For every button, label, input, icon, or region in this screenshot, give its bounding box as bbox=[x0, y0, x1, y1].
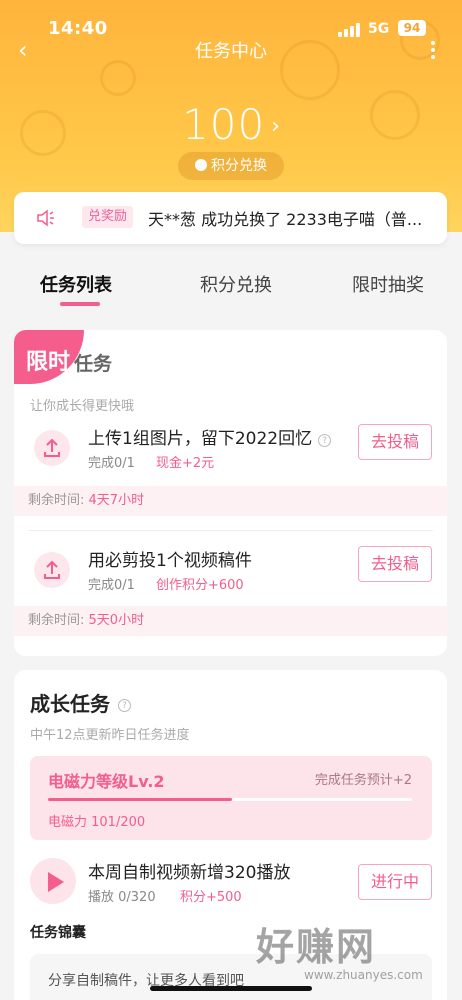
task-item: 本周自制视频新增320播放 播放 0/320 积分+500 进行中 bbox=[14, 854, 447, 914]
tab-bar: 任务列表 积分兑换 限时抽奖 bbox=[0, 262, 462, 310]
growth-card-title-text: 成长任务 bbox=[30, 692, 110, 716]
page-title: 任务中心 bbox=[195, 41, 267, 62]
remaining-time-value: 5天0小时 bbox=[88, 613, 145, 628]
level-estimate: 完成任务预计+2 bbox=[314, 773, 412, 788]
task-title: 上传1组图片，留下2022回忆? bbox=[88, 424, 332, 449]
tab-points-exchange[interactable]: 积分兑换 bbox=[200, 271, 272, 297]
task-progress: 播放 0/320 bbox=[88, 890, 156, 905]
task-reward: 积分+500 bbox=[180, 890, 242, 905]
notice-text: 天**葱 成功兑换了 2233电子喵（普... bbox=[148, 210, 423, 229]
growth-card-subtitle: 中午12点更新昨日任务进度 bbox=[30, 728, 190, 743]
limited-task-card: 限时 任务 让你成长得更快哦 上传1组图片，留下2022回忆? 完成0/1 现金… bbox=[14, 330, 447, 656]
remaining-time-bar: 剩余时间: 4天7小时 bbox=[14, 486, 447, 516]
remaining-time-value: 4天7小时 bbox=[88, 493, 145, 508]
limited-card-subtitle: 让你成长得更快哦 bbox=[30, 399, 135, 414]
task-reward: 创作积分+600 bbox=[156, 578, 244, 593]
points-display[interactable]: 100 › bbox=[0, 100, 462, 149]
speaker-icon bbox=[37, 209, 54, 227]
divider bbox=[28, 530, 433, 531]
task-item: 上传1组图片，留下2022回忆? 完成0/1 现金+2元 去投稿 bbox=[14, 424, 447, 484]
nav-bar: ‹ 任务中心 bbox=[0, 32, 462, 68]
chevron-right-icon: › bbox=[271, 114, 280, 139]
limited-card-title: 任务 bbox=[74, 353, 113, 375]
level-progress-bar bbox=[48, 798, 412, 801]
points-value: 100 bbox=[182, 100, 266, 149]
points-exchange-button[interactable]: 积分兑换 bbox=[178, 152, 284, 180]
task-tips-title: 任务锦囊 bbox=[30, 925, 86, 941]
upload-icon bbox=[34, 552, 70, 588]
in-progress-button[interactable]: 进行中 bbox=[358, 864, 432, 900]
remaining-time-label: 剩余时间: bbox=[28, 493, 85, 508]
remaining-time-bar: 剩余时间: 5天0小时 bbox=[14, 606, 447, 636]
exchange-label: 积分兑换 bbox=[211, 158, 267, 174]
remaining-time-label: 剩余时间: bbox=[28, 613, 85, 628]
submit-button[interactable]: 去投稿 bbox=[358, 546, 432, 582]
task-title-text: 上传1组图片，留下2022回忆 bbox=[88, 429, 313, 449]
submit-button[interactable]: 去投稿 bbox=[358, 424, 432, 460]
coin-icon bbox=[195, 159, 207, 171]
growth-task-card: 成长任务? 中午12点更新昨日任务进度 电磁力等级Lv.2 完成任务预计+2 电… bbox=[14, 670, 447, 1000]
growth-card-title: 成长任务? bbox=[30, 688, 131, 717]
task-reward: 现金+2元 bbox=[156, 456, 215, 471]
watermark-url: www.zhuanyes.com bbox=[304, 968, 423, 982]
watermark: 好赚网 www.zhuanyes.com bbox=[256, 916, 423, 982]
notice-bar[interactable]: 兑奖励 天**葱 成功兑换了 2233电子喵（普... bbox=[14, 192, 447, 244]
play-triangle bbox=[48, 872, 64, 892]
home-indicator[interactable] bbox=[150, 986, 312, 991]
notice-badge: 兑奖励 bbox=[82, 206, 134, 228]
level-value: 电磁力 101/200 bbox=[48, 815, 146, 830]
more-icon[interactable] bbox=[426, 38, 440, 62]
task-progress: 完成0/1 bbox=[88, 578, 135, 593]
help-icon[interactable]: ? bbox=[318, 434, 332, 447]
task-title: 本周自制视频新增320播放 bbox=[88, 863, 291, 883]
help-icon[interactable]: ? bbox=[118, 699, 131, 712]
task-title: 用必剪投1个视频稿件 bbox=[88, 551, 252, 571]
tab-lottery[interactable]: 限时抽奖 bbox=[352, 271, 424, 297]
level-panel[interactable]: 电磁力等级Lv.2 完成任务预计+2 电磁力 101/200 bbox=[30, 756, 432, 840]
watermark-text: 好赚网 bbox=[256, 925, 377, 969]
task-item: 用必剪投1个视频稿件 完成0/1 创作积分+600 去投稿 bbox=[14, 546, 447, 606]
upload-icon bbox=[34, 430, 70, 466]
task-progress: 完成0/1 bbox=[88, 456, 135, 471]
level-name: 电磁力等级Lv.2 bbox=[48, 772, 165, 791]
tab-task-list[interactable]: 任务列表 bbox=[40, 271, 112, 297]
tab-underline bbox=[60, 302, 100, 306]
level-progress-fill bbox=[48, 798, 232, 801]
